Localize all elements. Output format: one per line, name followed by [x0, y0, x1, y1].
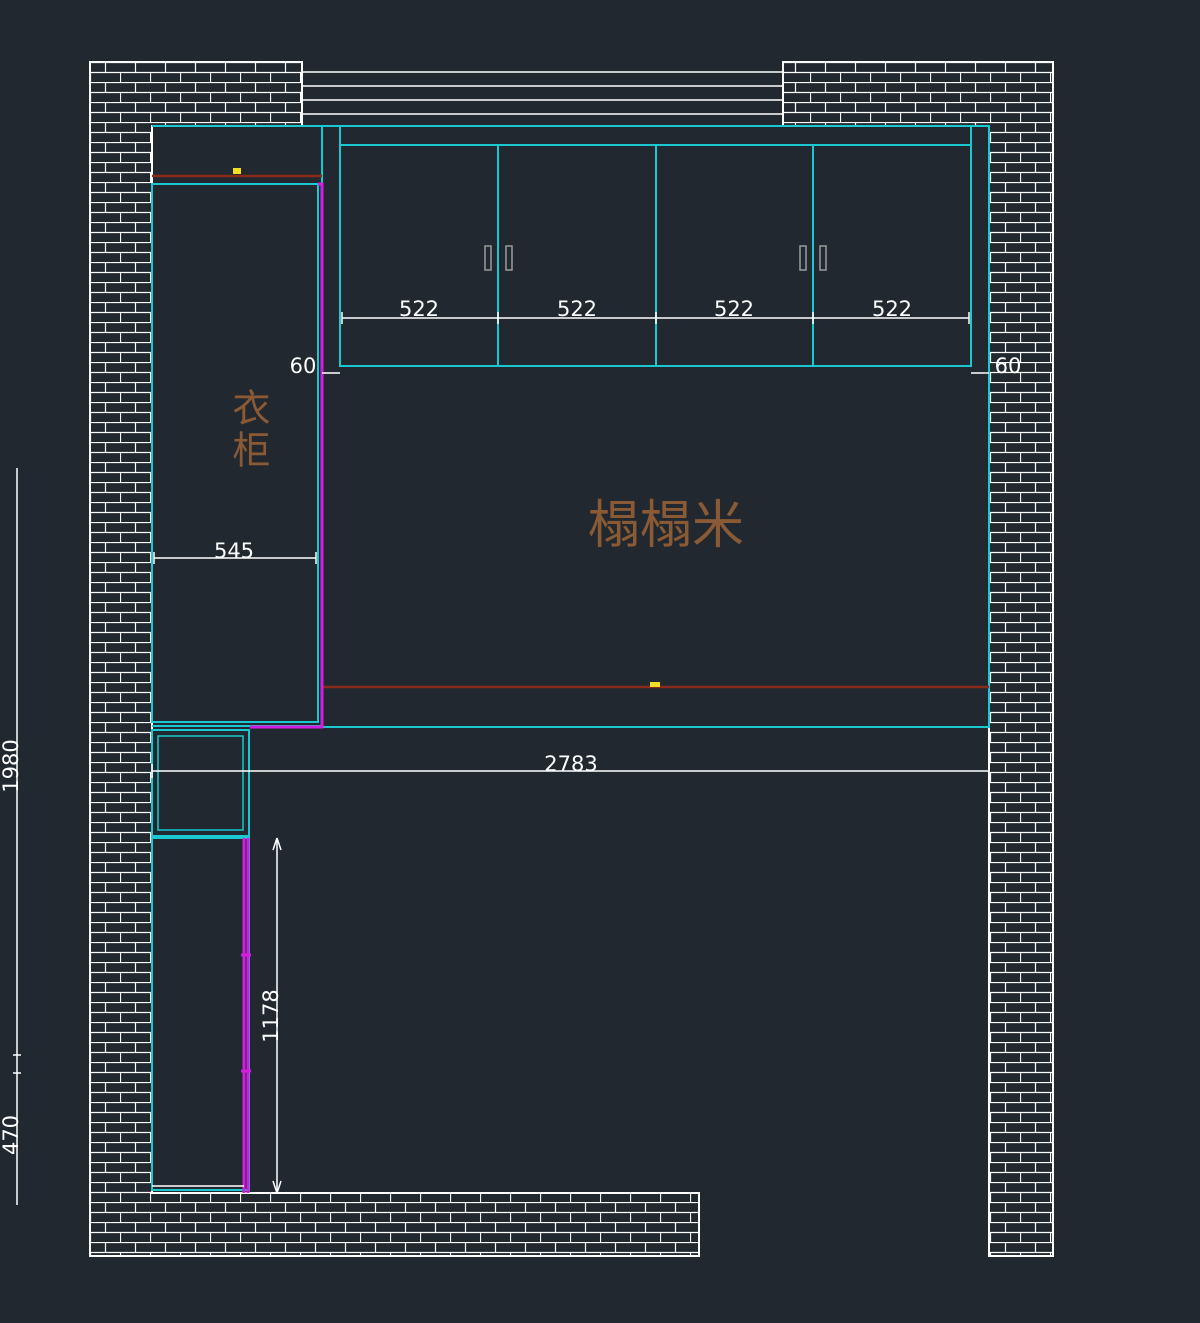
lower-cabinet [151, 729, 250, 1191]
dimension-lines [13, 312, 990, 1205]
dim-wardrobe-depth: 545 [214, 539, 254, 563]
dim-door-width-3: 522 [714, 297, 754, 321]
label-wardrobe: 衣柜 [226, 388, 270, 472]
wall-left [89, 61, 700, 1257]
dim-lower-height: 470 [0, 1115, 23, 1155]
marker-icon [233, 168, 241, 174]
handle-icon [799, 245, 807, 271]
handle-icon [819, 245, 827, 271]
wall-right [782, 61, 1054, 1257]
marker-icon [650, 682, 660, 687]
dim-door-width-1: 522 [399, 297, 439, 321]
dim-door-width-4: 522 [872, 297, 912, 321]
floor-plan-drawing: 522 522 522 522 60 60 545 2783 1178 1980… [0, 61, 1054, 1257]
dim-side-gap-left: 60 [290, 354, 317, 378]
label-tatami: 榻榻米 [588, 496, 744, 556]
window [302, 71, 783, 127]
tatami-platform [321, 125, 990, 728]
handle-icon [484, 245, 492, 271]
cabinet-panel [241, 838, 251, 1193]
small-cabinet [151, 729, 250, 837]
dim-room-width: 2783 [544, 752, 597, 776]
tall-cabinet [151, 837, 250, 1191]
dim-cabinet-height: 1178 [259, 989, 283, 1042]
dim-overall-height: 1980 [0, 739, 23, 792]
handle-icon [505, 245, 513, 271]
dim-door-width-2: 522 [557, 297, 597, 321]
dim-side-gap-right: 60 [995, 354, 1022, 378]
walls [89, 61, 1054, 1257]
